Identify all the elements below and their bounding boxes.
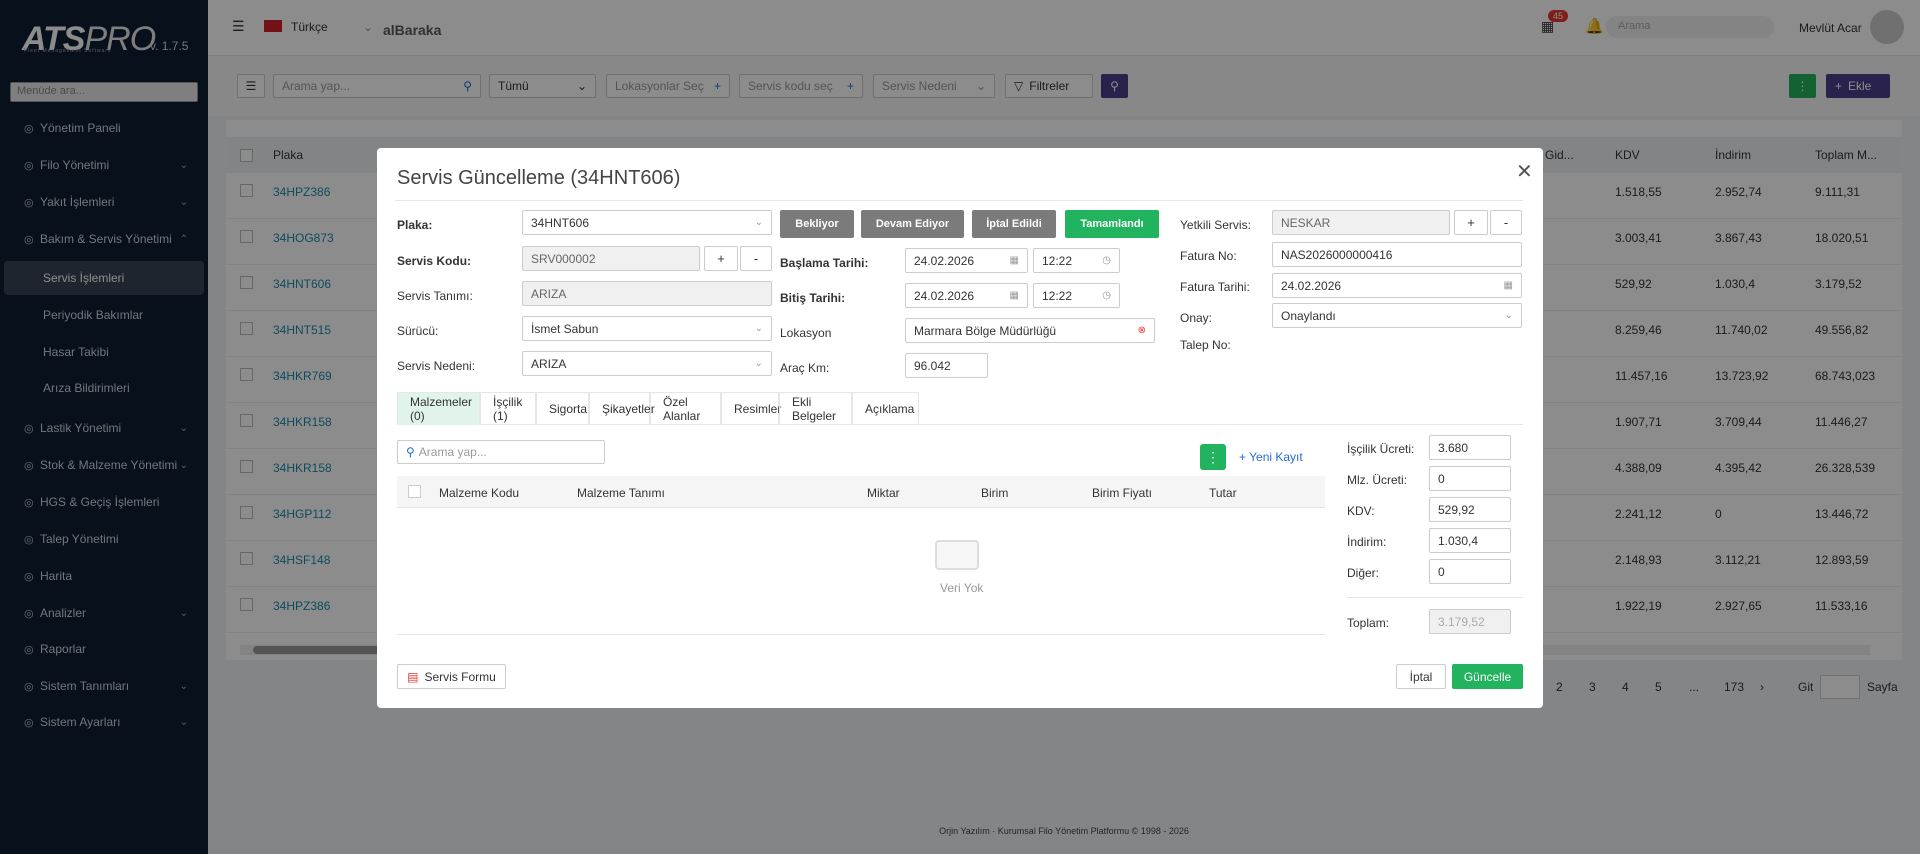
plus-icon: +	[1239, 450, 1250, 464]
clear-icon: ⊗	[1137, 325, 1146, 336]
remove-service-code-button[interactable]: -	[740, 246, 772, 271]
service-update-modal: Servis Güncelleme (34HNT606) ✕ Plaka: 34…	[377, 148, 1543, 708]
total-field: 3.179,52	[1429, 609, 1511, 634]
status-done-button[interactable]: Tamamlandı	[1065, 210, 1159, 238]
grid-column-header[interactable]: Malzeme Tanımı	[577, 486, 665, 500]
service-form-button[interactable]: ▤ Servis Formu	[397, 664, 506, 689]
grid-column-header[interactable]: Birim Fiyatı	[1092, 486, 1152, 500]
chevron-down-icon: ⌄	[754, 358, 763, 369]
km-input[interactable]: 96.042	[905, 353, 988, 378]
invoice-no-input[interactable]: NAS2026000000416	[1272, 242, 1522, 267]
empty-inbox-icon	[935, 540, 979, 570]
km-label: Araç Km:	[780, 361, 830, 375]
service-def-field: ARIZA	[522, 281, 772, 306]
grid-more-icon[interactable]: ⋮	[1200, 444, 1226, 470]
invoice-no-label: Fatura No:	[1180, 249, 1237, 263]
start-date-input[interactable]: 24.02.2026 ▦	[905, 248, 1028, 273]
discount-input[interactable]: 1.030,4	[1429, 528, 1511, 553]
other-input[interactable]: 0	[1429, 559, 1511, 584]
reason-label: Servis Nedeni:	[397, 359, 476, 373]
chevron-down-icon: ⌄	[754, 217, 763, 228]
chevron-down-icon: ⌄	[754, 323, 763, 334]
remove-service-button[interactable]: -	[1490, 210, 1522, 235]
tab-2[interactable]: İşçilik (1)	[480, 392, 536, 425]
grid-column-header[interactable]: Birim	[981, 486, 1008, 500]
grid-divider	[397, 634, 1325, 635]
auth-service-label: Yetkili Servis:	[1180, 218, 1251, 232]
grid-column-header[interactable]: Malzeme Kodu	[439, 486, 519, 500]
material-label: Mlz. Ücreti:	[1347, 473, 1407, 487]
grid-column-header[interactable]: Tutar	[1209, 486, 1237, 500]
status-ongoing-button[interactable]: Devam Ediyor	[861, 210, 964, 238]
pdf-icon: ▤	[407, 669, 419, 684]
chevron-down-icon: ⌄	[1504, 310, 1513, 321]
grid-column-header[interactable]: Miktar	[867, 486, 900, 500]
material-input[interactable]: 0	[1429, 466, 1511, 491]
kdv-label: KDV:	[1347, 504, 1375, 518]
service-code-field: SRV000002	[522, 246, 700, 271]
tab-8[interactable]: Açıklama	[852, 392, 919, 425]
driver-label: Sürücü:	[397, 324, 439, 338]
total-label: Toplam:	[1347, 616, 1390, 630]
add-service-button[interactable]: +	[1454, 210, 1488, 235]
end-time-input[interactable]: 12:22 ◷	[1033, 283, 1120, 308]
discount-label: İndirim:	[1347, 535, 1387, 549]
reason-select[interactable]: ARIZA ⌄	[522, 351, 772, 376]
service-def-label: Servis Tanımı:	[397, 289, 473, 303]
calendar-icon: ▦	[1503, 280, 1513, 291]
labor-input[interactable]: 3.680	[1429, 435, 1511, 460]
location-select[interactable]: Marmara Bölge Müdürlüğü ⊗	[905, 318, 1155, 343]
driver-select[interactable]: İsmet Sabun ⌄	[522, 316, 772, 341]
grid-header	[397, 476, 1325, 508]
tab-1[interactable]: Malzemeler (0)	[397, 392, 480, 425]
status-waiting-button[interactable]: Bekliyor	[780, 210, 854, 238]
calendar-icon: ▦	[1009, 255, 1019, 266]
grid-select-all-checkbox[interactable]	[408, 485, 421, 498]
new-record-button[interactable]: + Yeni Kayıt	[1239, 450, 1303, 464]
grid-search-input[interactable]: ⚲ Arama yap...	[397, 440, 605, 464]
labor-label: İşçilik Ücreti:	[1347, 442, 1415, 456]
kdv-input[interactable]: 529,92	[1429, 497, 1511, 522]
start-time-input[interactable]: 12:22 ◷	[1033, 248, 1120, 273]
close-icon[interactable]: ✕	[1516, 159, 1533, 184]
auth-service-field: NESKAR	[1272, 210, 1450, 235]
approval-label: Onay:	[1180, 311, 1213, 325]
end-date-input[interactable]: 24.02.2026 ▦	[905, 283, 1028, 308]
clock-icon: ◷	[1102, 255, 1111, 266]
location-label: Lokasyon	[780, 326, 832, 340]
tab-6[interactable]: Resimler	[721, 392, 781, 425]
totals-divider	[1347, 597, 1523, 598]
start-date-label: Başlama Tarihi:	[780, 256, 869, 270]
clock-icon: ◷	[1102, 290, 1111, 301]
calendar-icon: ▦	[1009, 290, 1019, 301]
add-service-code-button[interactable]: +	[704, 246, 738, 271]
tab-4[interactable]: Şikayetler	[589, 392, 655, 425]
invoice-date-label: Fatura Tarihi:	[1180, 280, 1250, 294]
tab-5[interactable]: Özel Alanlar	[650, 392, 721, 425]
plate-select[interactable]: 34HNT606 ⌄	[522, 210, 772, 235]
request-no-label: Talep No:	[1180, 338, 1231, 352]
plate-label: Plaka:	[397, 218, 433, 232]
status-cancelled-button[interactable]: İptal Edildi	[972, 210, 1056, 238]
empty-state-text: Veri Yok	[940, 581, 984, 595]
search-icon: ⚲	[406, 445, 415, 459]
other-label: Diğer:	[1347, 566, 1380, 580]
divider	[395, 200, 1523, 201]
service-code-label: Servis Kodu:	[397, 254, 472, 268]
modal-title: Servis Güncelleme (34HNT606)	[397, 167, 681, 189]
tab-3[interactable]: Sigorta	[536, 392, 589, 425]
tab-7[interactable]: Ekli Belgeler	[779, 392, 852, 425]
update-button[interactable]: Güncelle	[1452, 664, 1523, 689]
approval-select[interactable]: Onaylandı ⌄	[1272, 303, 1522, 328]
cancel-button[interactable]: İptal	[1396, 664, 1446, 689]
end-date-label: Bitiş Tarihi:	[780, 291, 846, 305]
invoice-date-input[interactable]: 24.02.2026 ▦	[1272, 273, 1522, 298]
